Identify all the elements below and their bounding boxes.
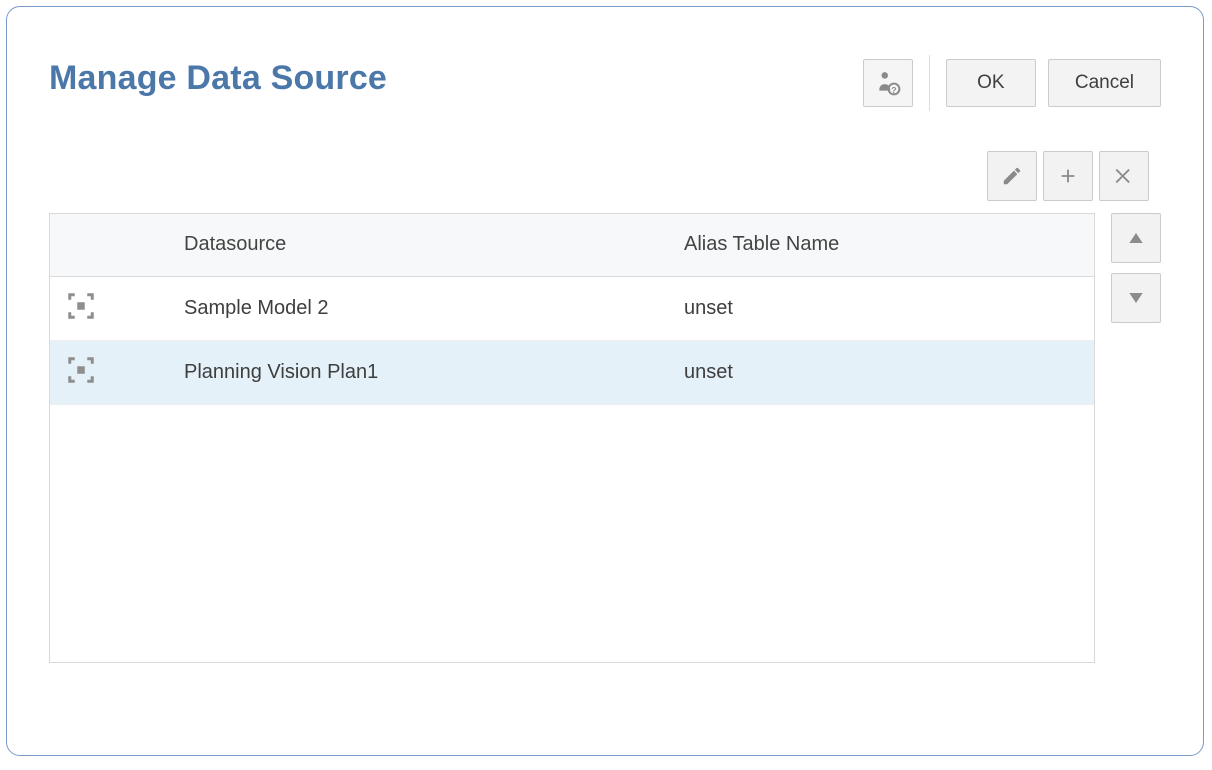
add-button[interactable]	[1043, 151, 1093, 201]
svg-text:?: ?	[891, 85, 896, 95]
edit-button[interactable]	[987, 151, 1037, 201]
plus-icon	[1057, 165, 1079, 187]
cancel-button[interactable]: Cancel	[1048, 59, 1161, 107]
pencil-icon	[1001, 165, 1023, 187]
user-help-icon: ?	[875, 70, 901, 96]
row-alias: unset	[670, 340, 1094, 404]
move-up-button[interactable]	[1111, 213, 1161, 263]
table-header-row: Datasource Alias Table Name	[50, 214, 1094, 276]
row-datasource: Sample Model 2	[170, 276, 670, 340]
delete-button[interactable]	[1099, 151, 1149, 201]
content-row: Datasource Alias Table Name	[7, 207, 1203, 687]
header-separator	[929, 55, 930, 111]
table-row[interactable]: Sample Model 2 unset	[50, 276, 1094, 340]
table-row[interactable]: Planning Vision Plan1 unset	[50, 340, 1094, 404]
reorder-controls	[1111, 213, 1161, 323]
ok-button[interactable]: OK	[946, 59, 1036, 107]
table-body: Sample Model 2 unset Plann	[50, 276, 1094, 404]
dialog-title: Manage Data Source	[49, 59, 387, 98]
select-region-icon	[64, 289, 98, 323]
column-header-icon	[50, 214, 170, 276]
row-datasource: Planning Vision Plan1	[170, 340, 670, 404]
datasource-table: Datasource Alias Table Name	[50, 214, 1094, 405]
x-icon	[1113, 165, 1135, 187]
manage-data-source-dialog: Manage Data Source ? OK Cancel	[6, 6, 1204, 756]
header-button-group: ? OK Cancel	[863, 55, 1161, 111]
move-down-button[interactable]	[1111, 273, 1161, 323]
dialog-header: Manage Data Source ? OK Cancel	[7, 7, 1203, 111]
column-header-datasource: Datasource	[170, 214, 670, 276]
table-toolbar	[7, 111, 1203, 207]
column-header-alias: Alias Table Name	[670, 214, 1094, 276]
datasource-table-container: Datasource Alias Table Name	[49, 213, 1095, 663]
row-icon-cell	[50, 340, 170, 404]
user-help-button[interactable]: ?	[863, 59, 913, 107]
row-icon-cell	[50, 276, 170, 340]
triangle-up-icon	[1126, 228, 1146, 248]
triangle-down-icon	[1126, 288, 1146, 308]
select-region-icon	[64, 353, 98, 387]
row-alias: unset	[670, 276, 1094, 340]
